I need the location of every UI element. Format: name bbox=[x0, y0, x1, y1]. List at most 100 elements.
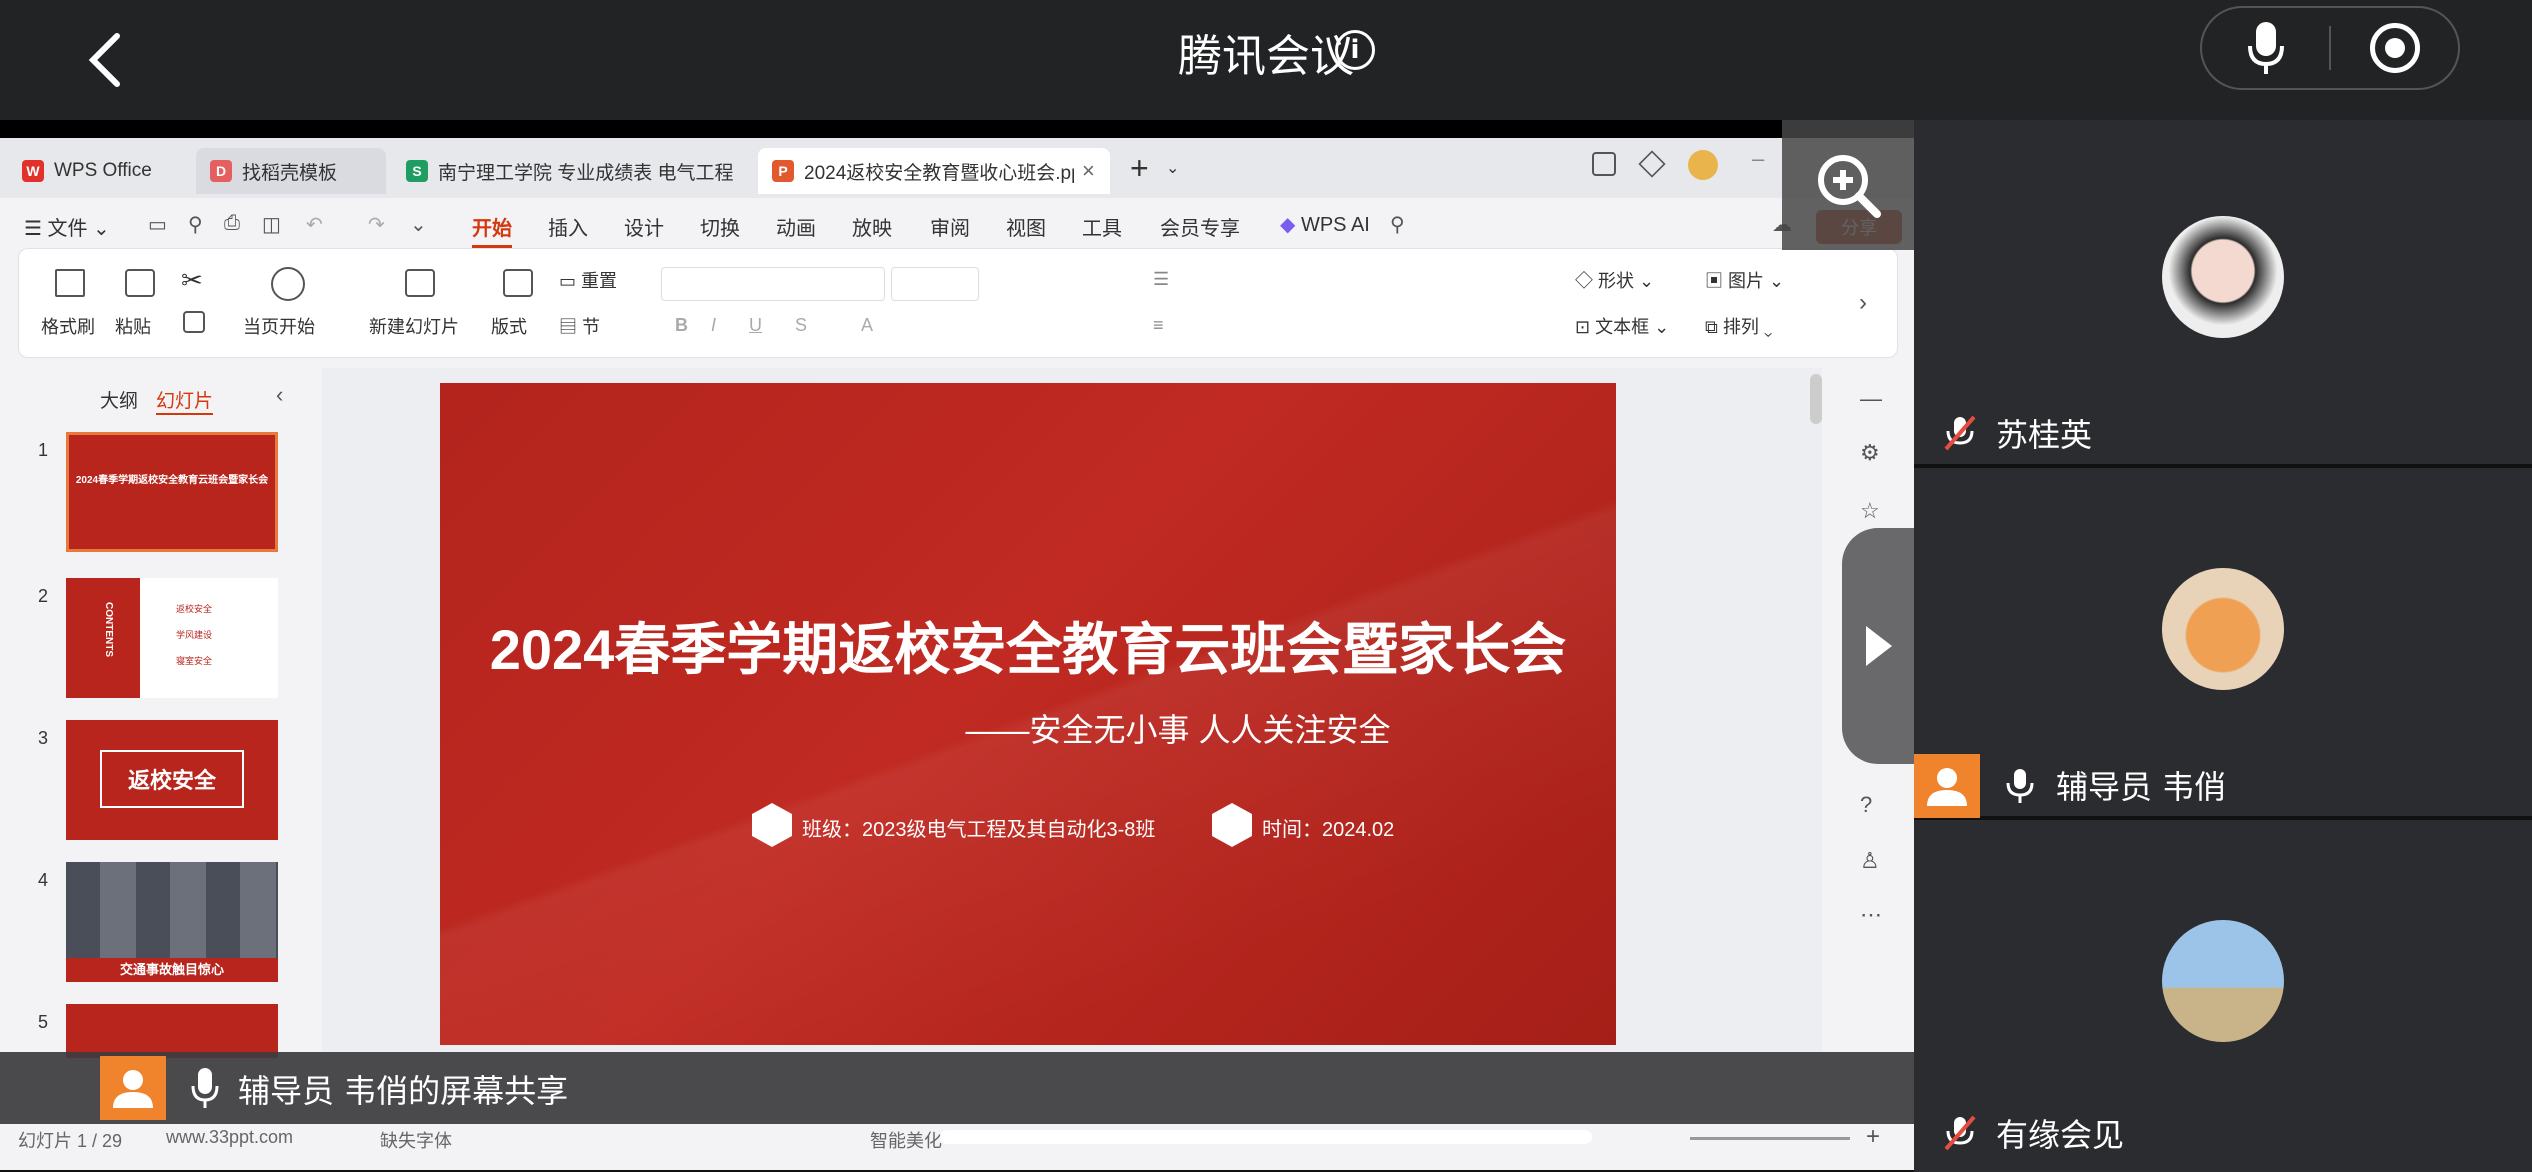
slide-thumb-2[interactable]: CONTENTS 返校安全 学风建设 寝室安全 bbox=[66, 578, 278, 698]
home-indicator[interactable] bbox=[940, 1130, 1592, 1144]
mic-muted-icon bbox=[1944, 415, 1976, 451]
zoom-in-icon[interactable]: + bbox=[1866, 1123, 1880, 1151]
mic-muted-icon bbox=[1944, 1115, 1976, 1151]
more-quick-icon[interactable]: ⌄ bbox=[410, 212, 427, 237]
wps-ai-button[interactable]: ◆ WPS AI bbox=[1280, 212, 1370, 237]
participant-tile[interactable]: 辅导员 韦俏 bbox=[1914, 472, 2532, 820]
redo-icon[interactable]: ↷ bbox=[368, 212, 385, 237]
record-button[interactable] bbox=[2331, 8, 2458, 88]
ribbon-scroll-right[interactable]: › bbox=[1859, 289, 1867, 317]
missing-font-button[interactable]: 缺失字体 bbox=[380, 1127, 452, 1153]
participant-name: 苏桂英 bbox=[1996, 416, 2093, 454]
copy-icon[interactable] bbox=[183, 311, 205, 333]
save-icon[interactable]: ▭ bbox=[148, 212, 167, 237]
vertical-scrollbar[interactable] bbox=[1810, 374, 1822, 424]
underline-icon[interactable]: U bbox=[749, 315, 762, 336]
menu-tab-tools[interactable]: 工具 bbox=[1082, 212, 1122, 241]
user-avatar[interactable] bbox=[1688, 150, 1718, 180]
print-icon[interactable]: ⎙ bbox=[224, 212, 240, 235]
participant-name-row: 苏桂英 bbox=[1940, 410, 2092, 456]
participant-tile[interactable]: 有缘会见 bbox=[1914, 824, 2532, 1172]
minus-icon[interactable]: — bbox=[1860, 386, 1882, 412]
bullets-icon[interactable]: ☰ bbox=[1153, 269, 1169, 290]
microphone-icon bbox=[2006, 769, 2034, 803]
menu-tab-insert[interactable]: 插入 bbox=[548, 212, 588, 241]
tab-wps-office[interactable]: W WPS Office bbox=[8, 148, 190, 194]
reset-button[interactable]: ▭ 重置 bbox=[559, 267, 617, 293]
thumb-item: 学风建设 bbox=[176, 630, 213, 640]
text-color-icon[interactable]: A bbox=[861, 315, 873, 336]
cut-icon[interactable]: ✂ bbox=[181, 265, 203, 296]
menu-tab-slideshow[interactable]: 放映 bbox=[852, 212, 892, 241]
outline-tab[interactable]: 大纲 bbox=[100, 386, 138, 413]
bold-icon[interactable]: B bbox=[675, 315, 688, 336]
textbox-button[interactable]: ⊡ 文本框 ⌄ bbox=[1575, 313, 1669, 339]
menu-tab-animation[interactable]: 动画 bbox=[776, 212, 816, 241]
current-slide[interactable]: 2024春季学期返校安全教育云班会暨家长会 ——安全无小事 人人关注安全 班级：… bbox=[440, 383, 1616, 1045]
slide-thumb-1[interactable]: 2024春季学期返校安全教育云班会暨家长会 bbox=[66, 432, 278, 552]
italic-icon[interactable]: I bbox=[711, 315, 716, 336]
minimize-icon[interactable]: – bbox=[1752, 146, 1764, 172]
floating-toolbar[interactable] bbox=[1842, 528, 1914, 764]
collapse-pane-icon[interactable]: ‹ bbox=[276, 382, 283, 408]
print-preview-icon[interactable]: ◫ bbox=[262, 212, 281, 237]
tab-spreadsheet[interactable]: S 南宁理工学院 专业成绩表 电气工程 bbox=[392, 148, 752, 194]
tab-docer[interactable]: D 找稻壳模板 bbox=[196, 148, 386, 194]
avatar bbox=[2162, 216, 2284, 338]
layout-button[interactable]: 版式 bbox=[491, 313, 527, 339]
thumb-item: 寝室安全 bbox=[176, 656, 213, 666]
help-icon[interactable]: ? bbox=[1860, 792, 1872, 818]
paste-button[interactable]: 粘贴 bbox=[115, 313, 151, 339]
menu-tab-review[interactable]: 审阅 bbox=[930, 212, 970, 241]
file-menu[interactable]: ☰ 文件 ⌄ bbox=[24, 212, 110, 241]
play-current-button[interactable]: 当页开始 bbox=[243, 313, 315, 339]
align-left-icon[interactable]: ≡ bbox=[1153, 315, 1164, 336]
smart-beautify-button[interactable]: 智能美化 bbox=[870, 1127, 942, 1153]
search-doc-icon[interactable]: ⚲ bbox=[188, 212, 203, 237]
shirt-icon[interactable]: ♙ bbox=[1860, 848, 1880, 874]
tablet-mode-icon[interactable] bbox=[1592, 152, 1616, 176]
star-icon[interactable]: ☆ bbox=[1860, 498, 1880, 524]
menu-tab-home[interactable]: 开始 bbox=[472, 212, 512, 248]
search-icon[interactable]: ⚲ bbox=[1390, 212, 1405, 237]
menu-tab-design[interactable]: 设计 bbox=[624, 212, 664, 241]
settings-sliders-icon[interactable]: ⚙ bbox=[1860, 440, 1880, 466]
new-tab-button[interactable]: + bbox=[1130, 150, 1149, 187]
font-size-select[interactable] bbox=[891, 267, 979, 301]
strikethrough-icon[interactable]: S bbox=[795, 315, 807, 336]
participant-name-row: 辅导员 韦俏 bbox=[2000, 762, 2226, 808]
avatar bbox=[2162, 568, 2284, 690]
new-slide-button[interactable]: 新建幻灯片 bbox=[369, 313, 459, 339]
arrange-button[interactable]: ⧉ 排列 ⌄ bbox=[1705, 313, 1772, 339]
wps-logo-icon: W bbox=[22, 160, 44, 182]
presenter-avatar bbox=[100, 1056, 166, 1120]
info-icon[interactable]: i bbox=[1335, 30, 1375, 70]
section-button[interactable]: ▤ 节 bbox=[559, 313, 600, 339]
menu-tab-member[interactable]: 会员专享 bbox=[1160, 212, 1240, 241]
section-label: 节 bbox=[582, 317, 601, 337]
avatar bbox=[2162, 920, 2284, 1042]
menu-tab-transition[interactable]: 切换 bbox=[700, 212, 740, 241]
participant-tile[interactable]: 苏桂英 bbox=[1914, 120, 2532, 468]
font-family-select[interactable] bbox=[661, 267, 885, 301]
slide-thumb-3[interactable]: 返校安全 bbox=[66, 720, 278, 840]
close-tab-icon[interactable]: × bbox=[1082, 158, 1095, 184]
thumb-title: 2024春季学期返校安全教育云班会暨家长会 bbox=[75, 475, 269, 486]
slides-tab[interactable]: 幻灯片 bbox=[156, 386, 214, 415]
slide-thumb-5[interactable] bbox=[66, 1004, 278, 1058]
undo-icon[interactable]: ↶ bbox=[306, 212, 323, 237]
cube-icon[interactable] bbox=[1638, 150, 1666, 178]
shape-button[interactable]: ◇ 形状 ⌄ bbox=[1575, 267, 1654, 293]
slide-thumb-4[interactable]: 交通事故触目惊心 bbox=[66, 862, 278, 982]
menu-tab-view[interactable]: 视图 bbox=[1006, 212, 1046, 241]
chevron-down-icon[interactable]: ⌄ bbox=[1166, 158, 1179, 178]
zoom-button[interactable] bbox=[1782, 120, 1914, 250]
tab-presentation[interactable]: P 2024返校安全教育暨收心班会.ppt × bbox=[758, 148, 1110, 194]
microphone-button[interactable] bbox=[2202, 8, 2329, 88]
meeting-controls bbox=[2200, 6, 2460, 90]
picture-button[interactable]: ▣ 图片 ⌄ bbox=[1705, 267, 1784, 293]
zoom-slider[interactable] bbox=[1690, 1137, 1850, 1140]
thumb-item: 返校安全 bbox=[176, 604, 213, 614]
more-icon[interactable]: ⋯ bbox=[1860, 902, 1882, 928]
format-painter-button[interactable]: 格式刷 bbox=[41, 313, 95, 339]
